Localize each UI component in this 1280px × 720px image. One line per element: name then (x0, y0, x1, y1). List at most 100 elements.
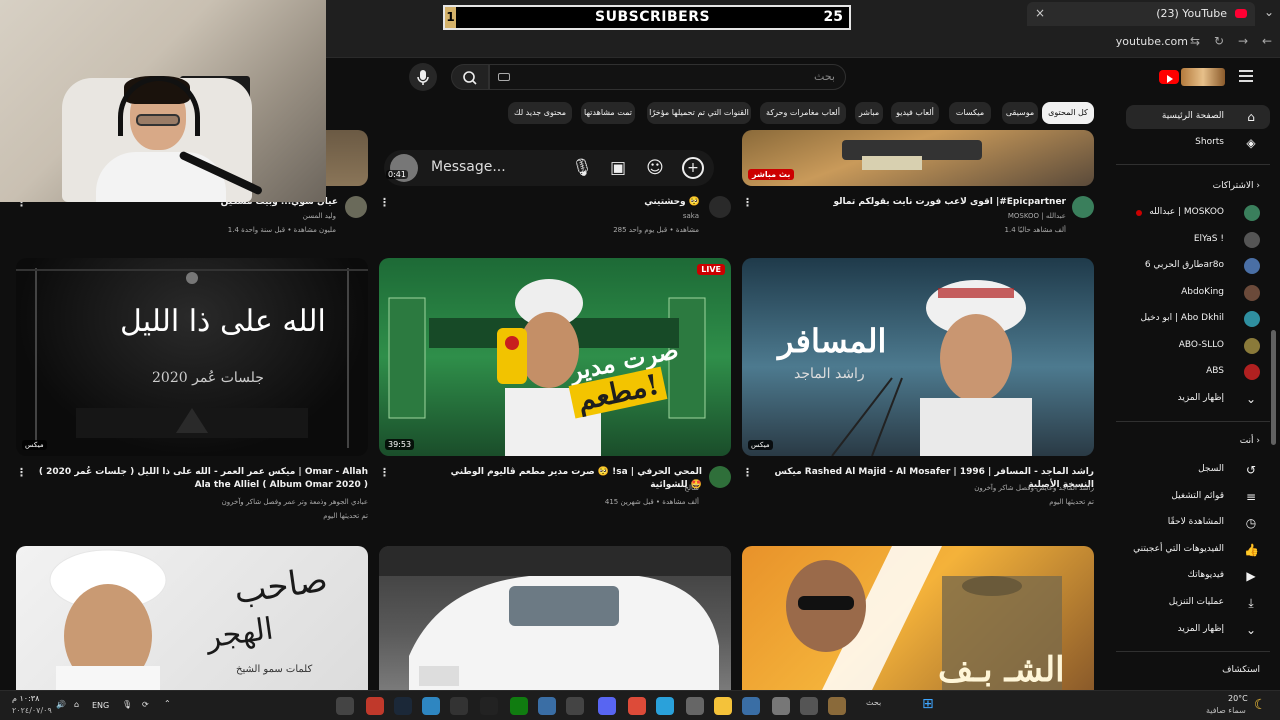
browser-tab-youtube[interactable]: × (23) YouTube (1027, 2, 1255, 26)
video-title[interactable]: ميكس عمر العمر - الله على ذا الليل ( جلس… (34, 466, 368, 492)
forward-icon[interactable]: → (1238, 34, 1248, 48)
message-input[interactable]: Message... (431, 159, 506, 175)
chip-1[interactable]: موسيقى (1002, 102, 1038, 124)
add-icon[interactable]: + (682, 157, 704, 179)
video-thumbnail[interactable]: صاحب الهجر كلمات سمو الشيخ (16, 546, 368, 690)
xbox-icon[interactable] (510, 697, 528, 715)
chip-4[interactable]: مباشر (855, 102, 883, 124)
chip-8[interactable]: محتوى جديد لك (508, 102, 572, 124)
sync-tray-icon[interactable]: ⟳ (142, 700, 149, 709)
sidebar-item-download[interactable]: عمليات التنزيل ⤓ (1126, 591, 1270, 615)
tray-overflow-icon[interactable]: ⌃ (164, 699, 171, 708)
sticker-icon[interactable]: ☺ (644, 157, 666, 179)
keyboard-icon[interactable] (498, 73, 510, 81)
sidebar-item-playlists[interactable]: قوائم التشغيل ≡ (1126, 485, 1270, 509)
video-options-icon[interactable]: ⋮ (379, 196, 390, 209)
channel-avatar[interactable] (345, 196, 367, 218)
taskbar-date[interactable]: ٢٠٢٤/٠٧/٠٩ (12, 706, 52, 715)
speaker-icon[interactable]: 🔊 (56, 700, 66, 709)
terminal-icon[interactable] (450, 697, 468, 715)
sidebar-show-more-you[interactable]: إظهار المزيد ⌄ (1126, 618, 1270, 642)
chip-2[interactable]: ميكسات (949, 102, 991, 124)
app-icon[interactable] (800, 697, 818, 715)
sidebar-item-like[interactable]: الفيديوهات التي أعجبتني 👍 (1126, 538, 1270, 562)
video-title[interactable]: صرت مدير مطعم ڤاليوم الوطني 🥺 !sa | المح… (420, 466, 702, 492)
page-scrollbar[interactable] (1271, 330, 1276, 445)
reload-icon[interactable]: ↻ (1214, 34, 1224, 48)
github-icon[interactable] (480, 697, 498, 715)
sidebar-item-history[interactable]: السجل ↺ (1126, 458, 1270, 482)
sidebar-item-your-videos[interactable]: فيديوهاتك ▶ (1126, 564, 1270, 588)
sidebar-item-watch-later[interactable]: المشاهدة لاحقًا ◷ (1126, 511, 1270, 535)
app-icon[interactable] (336, 697, 354, 715)
network-icon[interactable]: ⌂ (74, 700, 79, 709)
video-title[interactable]: وحشتيني 🥺 (420, 196, 700, 209)
video-channel[interactable]: MOSKOO | عبدالله (1008, 212, 1066, 220)
windows-start-icon[interactable]: ⊞ (922, 696, 934, 712)
app-icon[interactable] (828, 697, 846, 715)
message-bar[interactable]: 0:41 Message... 🎙 ▣ ☺ + (384, 150, 714, 186)
search-input[interactable]: بحث (489, 64, 846, 90)
sidebar-item-shorts[interactable]: Shorts ◈ (1126, 131, 1270, 155)
app-icon[interactable] (686, 697, 704, 715)
language-indicator[interactable]: ENG (92, 701, 109, 710)
sidebar-item-home[interactable]: الصفحة الرئيسية ⌂ (1126, 105, 1270, 129)
tab-close-icon[interactable]: × (1035, 6, 1045, 20)
video-channel[interactable]: راشد الماجد وعايض وفصل شاكر وآخرون (974, 484, 1094, 492)
steam-icon[interactable] (394, 697, 412, 715)
subscriptions-heading[interactable]: الاشتراكات › (1213, 181, 1260, 191)
weather-temp[interactable]: 20°C (1228, 694, 1248, 703)
menu-icon[interactable] (1239, 70, 1253, 82)
sidebar-subscription[interactable]: ABO-SLLO (1126, 334, 1270, 358)
sidebar-subscription[interactable]: ABS (1126, 360, 1270, 384)
weather-desc[interactable]: سماء صافية (1206, 706, 1246, 715)
video-title[interactable]: اقوى لاعب فورت نايت بقولكم تمالو |#Epicp… (770, 196, 1066, 209)
chip-5[interactable]: ألعاب مغامرات وحركة (760, 102, 846, 124)
video-options-icon[interactable]: ⋮ (742, 466, 753, 479)
explorer-icon[interactable] (714, 697, 732, 715)
search-button[interactable] (451, 64, 489, 90)
video-options-icon[interactable]: ⋮ (379, 466, 390, 479)
sidebar-subscription[interactable]: طارق الحربي 6ar8o (1126, 254, 1270, 278)
discord-icon[interactable] (598, 697, 616, 715)
chip-3[interactable]: ألعاب فيديو (891, 102, 939, 124)
opera-icon[interactable] (366, 697, 384, 715)
video-channel[interactable]: saka (683, 212, 699, 220)
voice-search-button[interactable] (409, 63, 437, 91)
sidebar-subscription[interactable]: AbdoKing (1126, 281, 1270, 305)
tab-menu-icon[interactable]: ⌄ (1264, 5, 1274, 19)
microphone-icon[interactable]: 🎙 (571, 157, 593, 179)
sidebar-show-more-subscriptions[interactable]: إظهار المزيد ⌄ (1126, 387, 1270, 411)
channel-avatar[interactable] (709, 196, 731, 218)
video-channel[interactable]: سالح (684, 484, 699, 492)
video-channel[interactable]: وليد المسن (303, 212, 336, 220)
mic-tray-icon[interactable]: 🎙 (122, 700, 132, 709)
app-icon[interactable] (772, 697, 790, 715)
video-thumbnail[interactable]: بث مباشر (742, 130, 1094, 186)
sidebar-subscription[interactable]: عبدالله | MOSKOO (1126, 201, 1270, 225)
video-thumbnail[interactable] (379, 546, 731, 690)
url-field[interactable]: youtube.com (1116, 35, 1188, 48)
video-thumbnail[interactable]: الشـ بـف (742, 546, 1094, 690)
video-options-icon[interactable]: ⋮ (16, 466, 27, 479)
sidebar-subscription[interactable]: ابو دخيل | Abo Dkhil (1126, 307, 1270, 331)
app-icon[interactable] (742, 697, 760, 715)
app-icon[interactable] (422, 697, 440, 715)
channel-avatar[interactable] (709, 466, 731, 488)
chip-6[interactable]: القنوات التي تم تحميلها مؤخرًا (647, 102, 751, 124)
app-icon[interactable] (566, 697, 584, 715)
image-icon[interactable]: ▣ (607, 157, 629, 179)
telegram-icon[interactable] (656, 697, 674, 715)
app-icon[interactable] (538, 697, 556, 715)
youtube-logo[interactable] (1159, 68, 1225, 88)
sidebar-subscription[interactable]: ElYaS ! (1126, 228, 1270, 252)
video-channel[interactable]: عبادي الجوهر وذمعة وتر عمر وفصل شاكر وآخ… (222, 498, 368, 506)
video-thumbnail[interactable]: الله على ذا الليل جلسات عُمر 2020 ميكس (16, 258, 368, 456)
channel-avatar[interactable] (1072, 196, 1094, 218)
chrome-icon[interactable] (628, 697, 646, 715)
video-options-icon[interactable]: ⋮ (742, 196, 753, 209)
video-thumbnail[interactable]: صرت مدير مطعم! LIVE 39:53 (379, 258, 731, 456)
back-icon[interactable]: ← (1262, 34, 1272, 48)
video-thumbnail[interactable]: المسافر راشد الماجد ميكس (742, 258, 1094, 456)
taskbar-search[interactable]: بحث (866, 698, 881, 707)
